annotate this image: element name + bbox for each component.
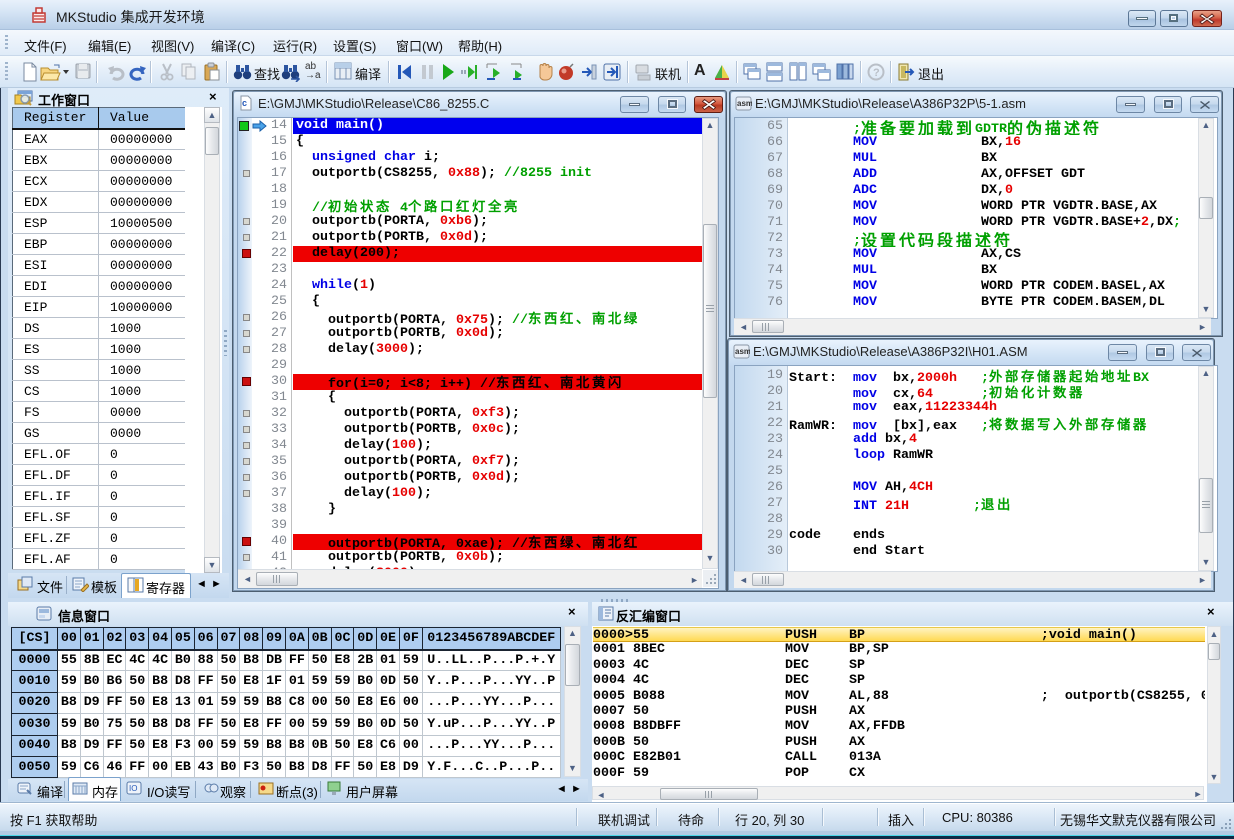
- svg-text:IO: IO: [129, 784, 137, 793]
- svg-text:?: ?: [873, 67, 880, 79]
- svg-text:asm: asm: [735, 347, 750, 356]
- svg-text:c: c: [242, 98, 247, 108]
- svg-text:asm: asm: [737, 99, 752, 108]
